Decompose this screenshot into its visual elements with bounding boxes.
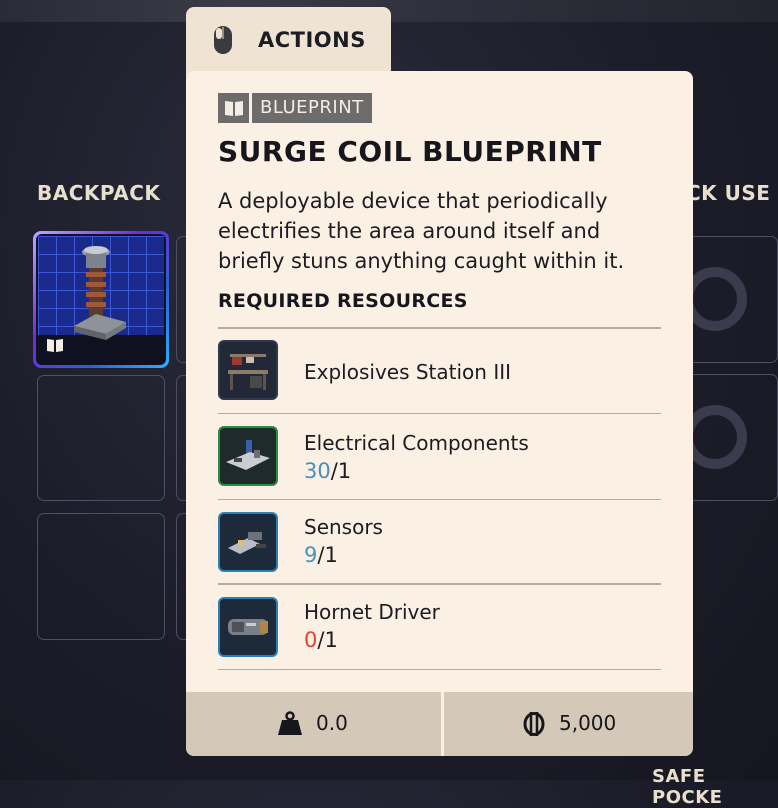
backpack-slot-empty[interactable] (37, 375, 165, 501)
item-tooltip: BLUEPRINT SURGE COIL BLUEPRINT A deploya… (186, 71, 693, 756)
hornet-driver-icon (218, 597, 278, 657)
resource-need: /1 (330, 459, 352, 483)
book-icon (218, 93, 249, 123)
resource-name: Hornet Driver (304, 600, 440, 624)
item-title: SURGE COIL BLUEPRINT (218, 135, 602, 168)
resource-have: 9 (304, 543, 318, 567)
actions-tab[interactable]: ACTIONS (186, 7, 391, 77)
mouse-icon (214, 26, 232, 54)
resource-quantity: 30/1 (304, 459, 351, 483)
safe-pocket-title: SAFE POCKE (652, 766, 723, 808)
resource-quantity: 0/1 (304, 628, 338, 652)
coin-value: 5,000 (559, 711, 617, 735)
resource-need: /1 (317, 543, 338, 567)
backpack-title: BACKPACK (37, 181, 161, 205)
required-resources-title: REQUIRED RESOURCES (218, 290, 468, 312)
actions-label: ACTIONS (258, 28, 366, 52)
coin-icon (523, 712, 545, 736)
resource-have: 30 (304, 459, 331, 483)
item-type-tag: BLUEPRINT (218, 93, 372, 123)
item-description: A deployable device that periodically el… (218, 189, 625, 273)
resource-row: Electrical Components 30/1 (218, 414, 661, 498)
weight-value: 0.0 (316, 711, 348, 735)
book-icon (47, 339, 63, 352)
quick-use-slot[interactable] (682, 374, 778, 501)
resource-quantity: 9/1 (304, 543, 338, 567)
backpack-slot-empty[interactable] (37, 513, 165, 640)
resource-row: Hornet Driver 0/1 (218, 584, 661, 668)
resource-row: Explosives Station III (218, 329, 661, 413)
item-type-label: BLUEPRINT (252, 93, 372, 123)
resource-have: 0 (304, 628, 318, 652)
quick-use-title: CK USE (686, 181, 771, 205)
tooltip-footer: 0.0 5,000 (186, 692, 693, 756)
footer-divider (441, 692, 444, 756)
resource-name: Electrical Components (304, 431, 529, 455)
backpack-slot-surge-coil-blueprint[interactable] (33, 231, 169, 368)
weight-icon (278, 711, 302, 735)
resource-need: /1 (317, 628, 338, 652)
electrical-components-icon (218, 426, 278, 486)
quick-use-slot[interactable] (682, 236, 778, 363)
sensors-icon (218, 512, 278, 572)
resource-name: Sensors (304, 515, 383, 539)
divider (218, 669, 661, 670)
resource-name: Explosives Station III (304, 360, 512, 384)
resource-row: Sensors 9/1 (218, 499, 661, 583)
workbench-icon (218, 340, 278, 400)
